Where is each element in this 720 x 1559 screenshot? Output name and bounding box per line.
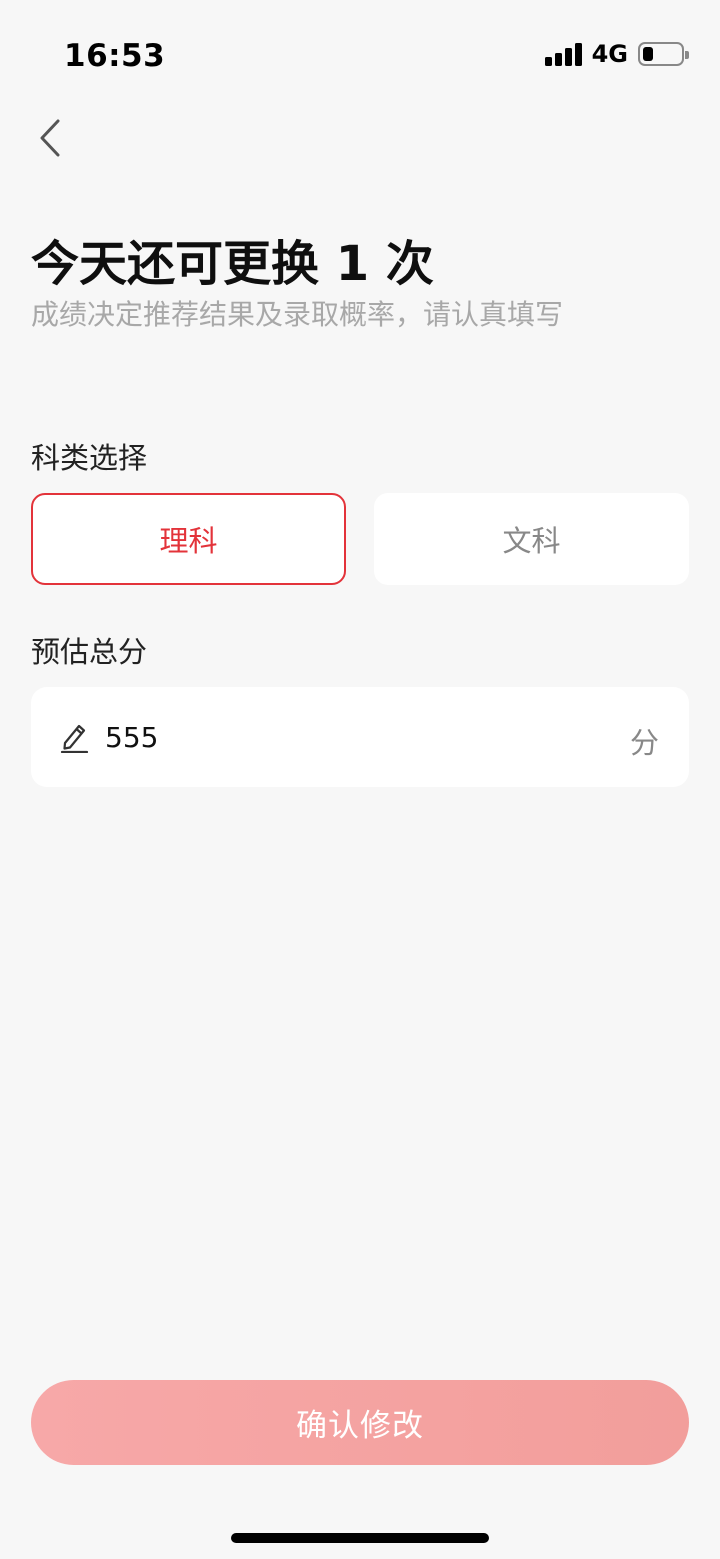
status-time: 16:53 xyxy=(64,38,166,74)
edit-pencil-icon xyxy=(60,724,89,753)
edit-score-screen: 16:53 4G 今天还可更换 1 次 成绩决定推荐结果及录取概率，请认真填写 … xyxy=(0,0,720,1559)
status-bar: 16:53 4G xyxy=(0,0,720,110)
status-indicators: 4G xyxy=(544,40,689,68)
confirm-button[interactable]: 确认修改 xyxy=(31,1380,689,1465)
score-label: 预估总分 xyxy=(31,635,148,669)
chevron-left-icon xyxy=(40,119,60,157)
page-subtitle: 成绩决定推荐结果及录取概率，请认真填写 xyxy=(31,298,564,331)
score-input[interactable] xyxy=(105,711,585,763)
score-field[interactable]: 分 xyxy=(31,687,689,787)
network-type: 4G xyxy=(591,40,628,68)
page-title: 今天还可更换 1 次 xyxy=(31,236,434,292)
battery-icon xyxy=(638,42,689,66)
score-unit: 分 xyxy=(629,726,659,760)
option-arts[interactable]: 文科 xyxy=(374,493,689,585)
signal-icon xyxy=(544,42,582,66)
home-indicator xyxy=(231,1533,489,1543)
category-label: 科类选择 xyxy=(31,441,148,475)
back-button[interactable] xyxy=(28,112,72,164)
option-science[interactable]: 理科 xyxy=(31,493,346,585)
